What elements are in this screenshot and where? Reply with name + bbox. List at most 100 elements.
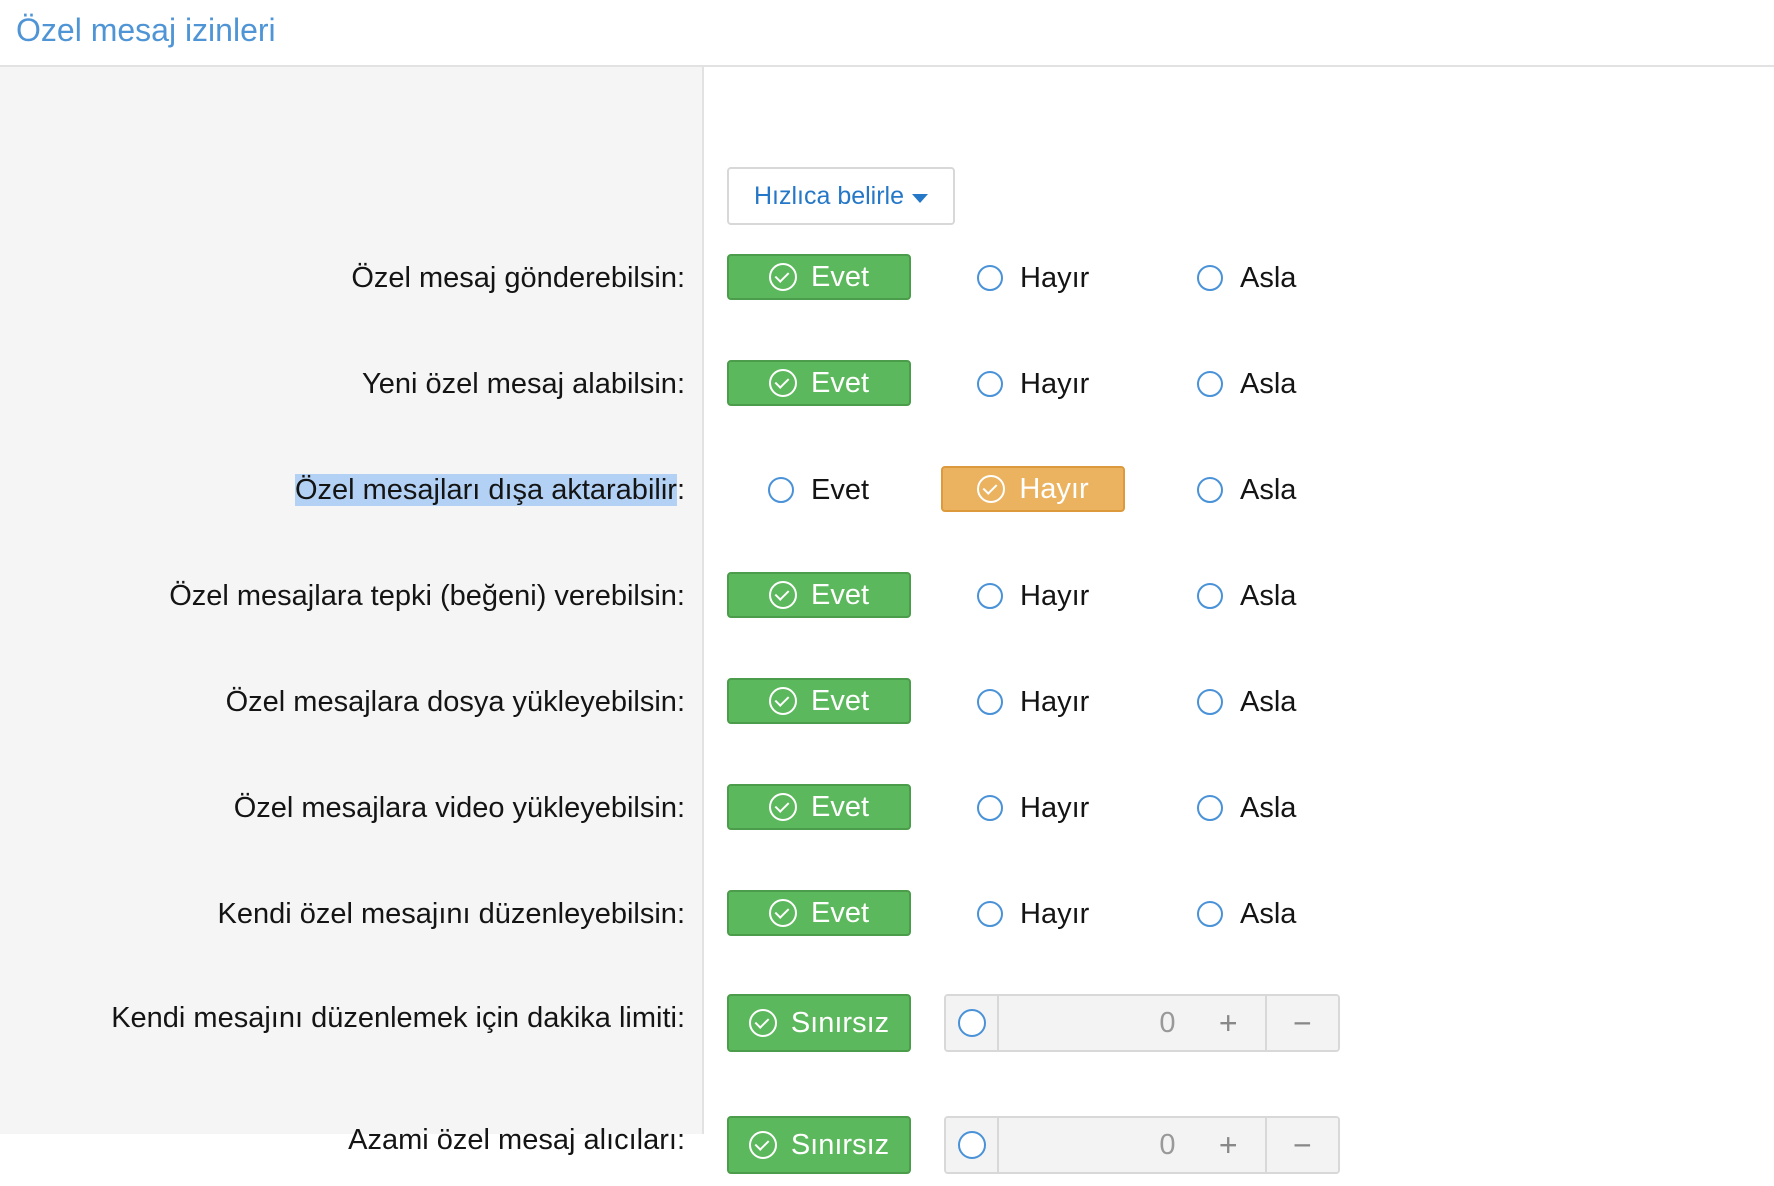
radio-icon — [1197, 795, 1223, 821]
minus-icon: − — [1293, 1126, 1312, 1163]
radio-icon — [977, 795, 1003, 821]
permission-row-upload-video: Özel mesajlara video yükleyebilsin: Evet… — [0, 784, 1774, 844]
option-label: Hayır — [1020, 367, 1090, 400]
option-no[interactable]: Hayır — [977, 254, 1089, 302]
option-never[interactable]: Asla — [1197, 254, 1296, 302]
radio-icon — [977, 265, 1003, 291]
option-never[interactable]: Asla — [1197, 678, 1296, 726]
option-label: Hayır — [1020, 685, 1090, 718]
quick-set-button[interactable]: Hızlıca belirle — [727, 167, 955, 225]
numeric-row-edit-limit: Kendi mesajını düzenlemek için dakika li… — [0, 994, 1774, 1064]
option-no[interactable]: Hayır — [977, 678, 1089, 726]
permission-row-export: Özel mesajları dışa aktarabilir: Evet Ha… — [0, 466, 1774, 526]
option-yes-selected[interactable]: Evet — [727, 360, 911, 406]
permission-row-upload-file: Özel mesajlara dosya yükleyebilsin: Evet… — [0, 678, 1774, 738]
permission-row-receive: Yeni özel mesaj alabilsin: Evet Hayır As… — [0, 360, 1774, 420]
number-stepper: 0 + − — [944, 1116, 1340, 1174]
option-yes-selected[interactable]: Evet — [727, 784, 911, 830]
row-label: Özel mesajlara tepki (beğeni) verebilsin… — [169, 580, 685, 612]
option-yes[interactable]: Evet — [768, 466, 869, 514]
plus-icon: + — [1218, 1004, 1238, 1041]
permissions-form: Hızlıca belirle Özel mesaj gönderebilsin… — [0, 67, 1774, 1174]
option-never[interactable]: Asla — [1197, 890, 1296, 938]
radio-icon — [977, 689, 1003, 715]
option-unlimited-selected[interactable]: Sınırsız — [727, 994, 911, 1052]
numeric-row-max-recipients: Azami özel mesaj alıcıları: Sınırsız 0 +… — [0, 1116, 1774, 1186]
option-label: Hayır — [1020, 579, 1090, 612]
radio-icon — [1197, 371, 1223, 397]
radio-icon — [977, 901, 1003, 927]
radio-icon — [1197, 583, 1223, 609]
number-input[interactable]: 0 — [999, 1118, 1192, 1172]
option-label: Evet — [811, 473, 870, 506]
option-label: Asla — [1240, 791, 1297, 824]
check-circle-icon — [748, 1131, 777, 1159]
option-yes-selected[interactable]: Evet — [727, 890, 911, 936]
option-never[interactable]: Asla — [1197, 360, 1296, 408]
number-input[interactable]: 0 — [999, 996, 1192, 1050]
row-label: Özel mesajları dışa aktarabilir: — [294, 466, 685, 514]
option-never[interactable]: Asla — [1197, 784, 1296, 832]
option-label: Evet — [810, 578, 870, 611]
check-circle-icon — [768, 687, 797, 715]
option-label: Asla — [1240, 579, 1297, 612]
radio-icon — [957, 1009, 986, 1037]
radio-icon — [977, 371, 1003, 397]
radio-icon — [1197, 689, 1223, 715]
option-never[interactable]: Asla — [1197, 466, 1296, 514]
option-label: Sınırsız — [790, 1128, 890, 1161]
radio-icon — [1197, 265, 1223, 291]
option-no-selected[interactable]: Hayır — [941, 466, 1125, 512]
option-no[interactable]: Hayır — [977, 890, 1089, 938]
option-yes-selected[interactable]: Evet — [727, 572, 911, 618]
option-label: Hayır — [1020, 261, 1090, 294]
increment-button[interactable]: + — [1191, 1118, 1265, 1172]
check-circle-icon — [768, 581, 797, 609]
permission-row-send: Özel mesaj gönderebilsin: Evet Hayır Asl… — [0, 254, 1774, 314]
radio-icon — [1197, 901, 1223, 927]
row-label: Azami özel mesaj alıcıları: — [348, 1124, 685, 1156]
check-circle-icon — [768, 263, 797, 291]
caret-down-icon — [912, 193, 929, 203]
section-header: Özel mesaj izinleri — [0, 0, 1774, 67]
quick-set-label: Hızlıca belirle — [753, 181, 905, 210]
option-label: Evet — [810, 896, 870, 929]
highlighted-text: Özel mesajları dışa aktarabilir — [294, 474, 677, 506]
option-no[interactable]: Hayır — [977, 572, 1089, 620]
increment-button[interactable]: + — [1191, 996, 1265, 1050]
row-label: Kendi özel mesajını düzenleyebilsin: — [217, 898, 686, 930]
custom-value-radio[interactable] — [946, 1118, 1000, 1172]
decrement-button[interactable]: − — [1264, 996, 1338, 1050]
option-label: Evet — [810, 790, 870, 823]
option-yes-selected[interactable]: Evet — [727, 254, 911, 300]
radio-icon — [957, 1131, 986, 1159]
option-label: Asla — [1240, 367, 1297, 400]
row-label: Özel mesaj gönderebilsin: — [351, 262, 685, 294]
row-label: Özel mesajlara dosya yükleyebilsin: — [225, 686, 685, 718]
permission-row-react: Özel mesajlara tepki (beğeni) verebilsin… — [0, 572, 1774, 632]
custom-value-radio[interactable] — [946, 996, 1000, 1050]
option-label: Evet — [810, 260, 870, 293]
option-no[interactable]: Hayır — [977, 784, 1089, 832]
option-label: Hayır — [1019, 472, 1089, 505]
option-yes-selected[interactable]: Evet — [727, 678, 911, 724]
number-stepper: 0 + − — [944, 994, 1340, 1052]
option-label: Hayır — [1020, 897, 1090, 930]
radio-icon — [768, 477, 794, 503]
check-circle-icon — [768, 369, 797, 397]
option-no[interactable]: Hayır — [977, 360, 1089, 408]
option-label: Sınırsız — [790, 1006, 890, 1039]
option-label: Asla — [1240, 685, 1297, 718]
option-label: Evet — [810, 684, 870, 717]
option-never[interactable]: Asla — [1197, 572, 1296, 620]
label-suffix: : — [676, 474, 685, 506]
option-unlimited-selected[interactable]: Sınırsız — [727, 1116, 911, 1174]
option-label: Evet — [810, 366, 870, 399]
decrement-button[interactable]: − — [1264, 1118, 1338, 1172]
radio-icon — [1197, 477, 1223, 503]
section-title: Özel mesaj izinleri — [16, 12, 276, 48]
row-label: Yeni özel mesaj alabilsin: — [362, 368, 685, 400]
check-circle-icon — [748, 1009, 777, 1037]
check-circle-icon — [768, 899, 797, 927]
minus-icon: − — [1293, 1004, 1312, 1041]
